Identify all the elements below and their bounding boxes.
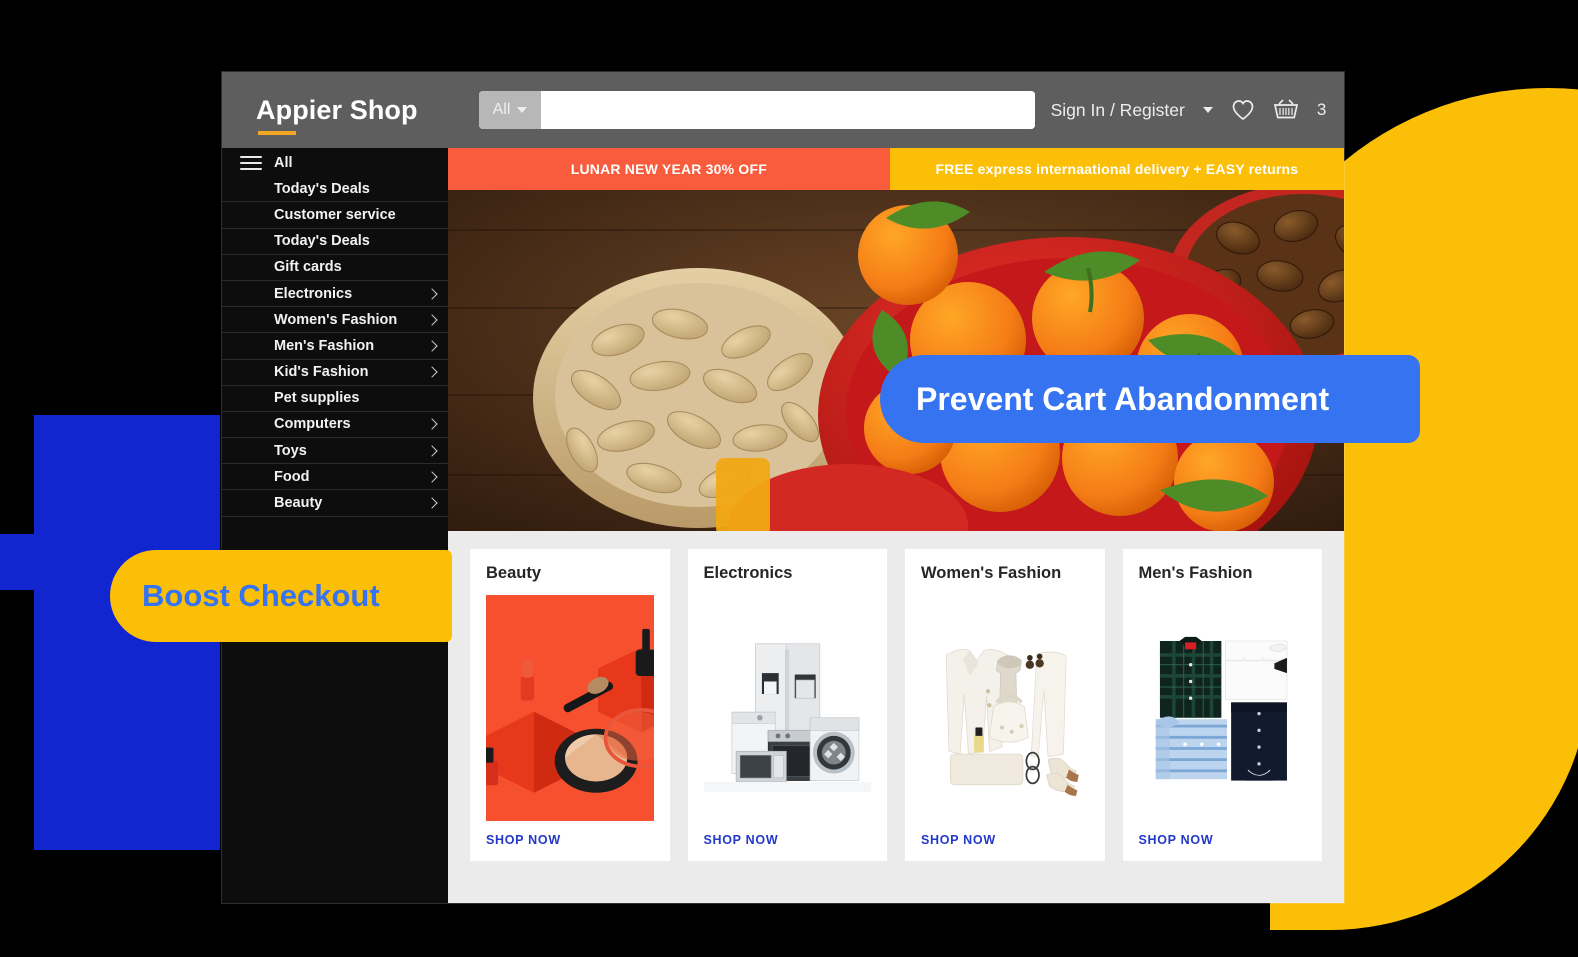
promo-strip: LUNAR NEW YEAR 30% OFF FREE express inte… <box>448 148 1344 190</box>
card-title: Women's Fashion <box>921 564 1062 582</box>
brand-underline-accent <box>258 130 296 135</box>
sidebar-item-todays-deals-2[interactable]: Today's Deals <box>222 229 448 255</box>
sidebar-item-food[interactable]: Food <box>222 464 448 491</box>
storefront-window: Appier Shop All Sign In / Register 3 All… <box>222 72 1344 903</box>
sidebar-item-customer-service[interactable]: Customer service <box>222 202 448 229</box>
sidebar-item-label: Gift cards <box>274 259 342 276</box>
sidebar-item-electronics[interactable]: Electronics <box>222 281 448 308</box>
shop-now-link[interactable]: SHOP NOW <box>1123 821 1323 861</box>
callout-boost-checkout: Boost Checkout <box>110 550 452 642</box>
promo-text: FREE express internaational delivery + E… <box>935 161 1299 177</box>
category-card-electronics[interactable]: Electronics SHOP NOW <box>687 549 888 861</box>
sidebar-item-label: Men's Fashion <box>274 337 375 354</box>
category-card-mens-fashion[interactable]: Men's Fashion SHOP NOW <box>1122 549 1323 861</box>
search-bar[interactable]: All <box>478 91 1035 129</box>
chevron-right-icon <box>426 314 438 326</box>
card-title: Men's Fashion <box>1138 564 1253 582</box>
main-content: LUNAR NEW YEAR 30% OFF FREE express inte… <box>448 148 1344 903</box>
promo-banner-lunar-new-year[interactable]: LUNAR NEW YEAR 30% OFF <box>448 148 890 190</box>
search-input[interactable] <box>541 91 1035 129</box>
sidebar-item-label: Food <box>274 468 310 485</box>
hamburger-icon[interactable] <box>240 152 262 174</box>
brand-logo[interactable]: Appier Shop <box>256 94 418 135</box>
category-card-beauty[interactable]: Beauty SHOP NOW <box>470 549 670 861</box>
sidebar-item-label: Toys <box>274 442 307 459</box>
chevron-right-icon <box>426 471 438 483</box>
sidebar-item-toys[interactable]: Toys <box>222 438 448 465</box>
chevron-down-icon <box>517 107 528 113</box>
chevron-right-icon <box>426 444 438 457</box>
sidebar-item-label: Electronics <box>274 285 353 302</box>
basket-icon[interactable] <box>1273 99 1299 121</box>
search-category-select[interactable]: All <box>478 91 542 129</box>
card-title: Beauty <box>486 564 542 582</box>
sidebar-item-label: Kid's Fashion <box>274 364 369 381</box>
chevron-right-icon <box>426 287 438 300</box>
brand-label: Appier Shop <box>256 94 418 125</box>
callout-text: Boost Checkout <box>142 578 380 613</box>
heart-icon[interactable] <box>1231 99 1255 121</box>
sidebar-item-womens-fashion[interactable]: Women's Fashion <box>222 307 448 334</box>
beauty-product-image <box>486 595 654 821</box>
sidebar-item-label: Customer service <box>274 206 396 223</box>
sidebar-item-label: Beauty <box>274 495 323 512</box>
chevron-right-icon <box>426 340 438 352</box>
electronics-product-image <box>703 595 871 821</box>
site-body: All Today's Deals Customer service Today… <box>222 148 1344 903</box>
category-card-womens-fashion[interactable]: Women's Fashion SHOP NOW <box>905 549 1105 861</box>
sidebar-item-gift-cards[interactable]: Gift cards <box>222 255 448 281</box>
sidebar-item-label: All <box>274 155 293 172</box>
callout-prevent-cart-abandonment: Prevent Cart Abandonment <box>880 355 1420 443</box>
search-category-label: All <box>492 101 511 118</box>
yellow-square-decoration <box>1490 565 1578 607</box>
womens-fashion-product-image <box>921 595 1089 821</box>
header-actions: Sign In / Register 3 <box>1051 99 1327 121</box>
shop-now-link[interactable]: SHOP NOW <box>470 821 670 861</box>
chevron-right-icon <box>426 418 438 431</box>
account-chevron-down-icon[interactable] <box>1202 107 1213 113</box>
sidebar-item-label: Computers <box>274 416 351 433</box>
cart-item-count: 3 <box>1316 100 1327 119</box>
composition-stage: Appier Shop All Sign In / Register 3 All… <box>0 0 1578 957</box>
sidebar-item-beauty[interactable]: Beauty <box>222 490 448 517</box>
card-title: Electronics <box>703 564 793 582</box>
category-sidebar: All Today's Deals Customer service Today… <box>222 148 448 903</box>
mens-fashion-product-image <box>1138 595 1306 821</box>
sidebar-item-computers[interactable]: Computers <box>222 412 448 439</box>
callout-text: Prevent Cart Abandonment <box>916 380 1330 417</box>
sidebar-item-mens-fashion[interactable]: Men's Fashion <box>222 333 448 360</box>
sidebar-item-kids-fashion[interactable]: Kid's Fashion <box>222 360 448 386</box>
promo-text: LUNAR NEW YEAR 30% OFF <box>570 161 767 177</box>
sidebar-item-todays-deals[interactable]: Today's Deals <box>222 176 448 203</box>
sidebar-item-label: Today's Deals <box>274 180 370 197</box>
shop-now-link[interactable]: SHOP NOW <box>688 821 888 861</box>
sidebar-item-label: Women's Fashion <box>274 311 398 328</box>
site-header: Appier Shop All Sign In / Register 3 <box>222 72 1344 148</box>
sidebar-item-all[interactable]: All <box>222 150 448 176</box>
shop-now-link[interactable]: SHOP NOW <box>905 821 1105 861</box>
promo-banner-free-delivery[interactable]: FREE express internaational delivery + E… <box>889 148 1344 190</box>
sidebar-item-pet-supplies[interactable]: Pet supplies <box>222 386 448 412</box>
chevron-right-icon <box>426 497 438 509</box>
sidebar-item-label: Today's Deals <box>274 233 370 250</box>
sidebar-item-label: Pet supplies <box>274 390 360 407</box>
chevron-right-icon <box>426 366 438 378</box>
category-card-grid: Beauty SHOP NOW Electronics SHOP NOW Wom… <box>448 531 1344 861</box>
sign-in-register-link[interactable]: Sign In / Register <box>1051 100 1185 121</box>
